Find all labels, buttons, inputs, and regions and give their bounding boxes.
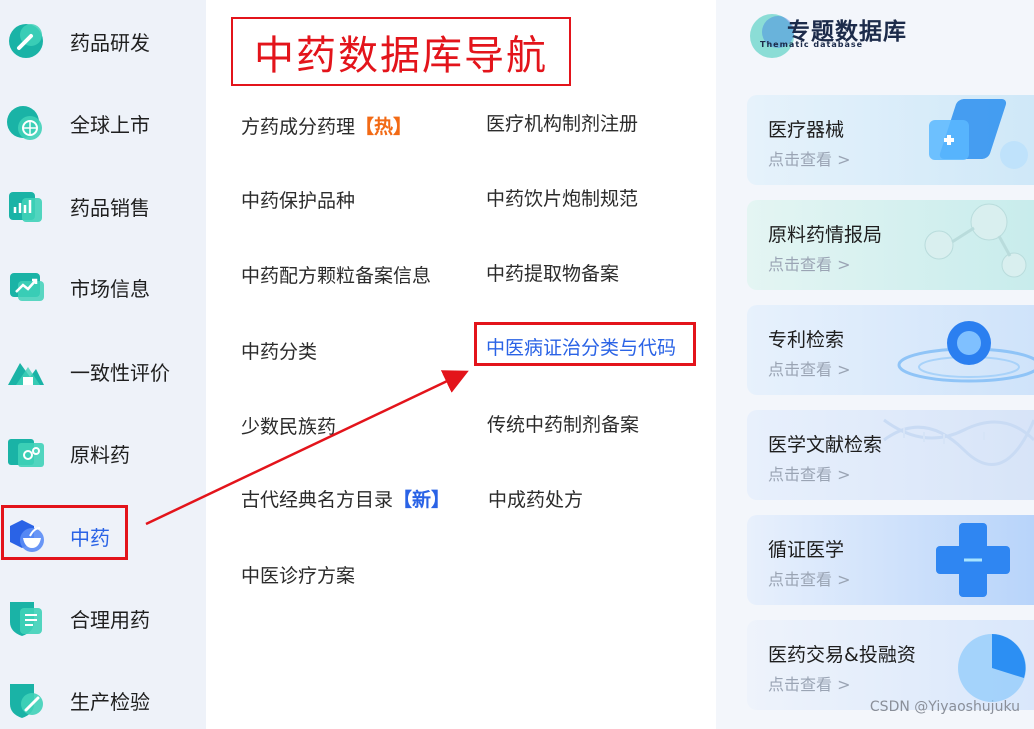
card-title: 循证医学 [768,539,845,561]
link-label: 中成药处方 [488,489,584,511]
sidebar-item-global-market[interactable]: 全球上市 [0,95,206,151]
link-label: 中药饮片炮制规范 [486,188,639,210]
pencil-shield-icon [6,680,46,720]
link-label: 医疗机构制剂注册 [486,113,639,135]
trend-chart-icon [6,267,46,307]
card-title: 医学文献检索 [768,434,883,456]
card-title: 医药交易&投融资 [768,644,916,666]
sidebar-item-label: 药品销售 [70,195,150,220]
card-literature-search[interactable]: 医学文献检索 点击查看 > [747,410,1034,500]
sidebar-item-rational-use[interactable]: 合理用药 [0,590,206,646]
link-ethnic-medicine[interactable]: 少数民族药 [241,412,336,439]
hot-badge: 【热】 [355,116,413,138]
sidebar-item-label: 药品研发 [70,30,150,55]
link-classic-formulas[interactable]: 古代经典名方目录【新】 [241,485,450,512]
sidebar-item-label: 合理用药 [70,607,150,632]
link-treatment-plans[interactable]: 中医诊疗方案 [241,561,355,588]
link-tcm-classification[interactable]: 中药分类 [241,337,317,364]
card-title: 原料药情报局 [768,224,883,246]
thematic-subtitle: Thematic database [760,40,864,49]
card-api-intelligence[interactable]: 原料药情报局 点击查看 > [747,200,1034,290]
sidebar-item-tcm[interactable]: 中药 [0,508,206,564]
sidebar-item-consistency-eval[interactable]: 一致性评价 [0,343,206,399]
herb-bowl-icon [6,516,46,556]
card-evidence-based-medicine[interactable]: 循证医学 点击查看 > [747,515,1034,605]
link-institution-preparations[interactable]: 医疗机构制剂注册 [486,109,638,136]
sidebar-item-production-test[interactable]: 生产检验 [0,672,206,728]
medical-cross-icon [936,523,1010,597]
link-label: 中医诊疗方案 [241,565,356,587]
sidebar-item-drug-rd[interactable]: 药品研发 [0,13,206,69]
flask-icon [6,21,46,61]
sidebar-item-label: 中药 [70,525,110,550]
sidebar-item-label: 一致性评价 [70,360,170,385]
sidebar-item-api[interactable]: 原料药 [0,425,206,481]
card-pharma-deals-investment[interactable]: 医药交易&投融资 点击查看 > [747,620,1034,710]
sidebar: 药品研发 全球上市 药品销售 市场信息 一致性评价 原料药 中药 合理用药 生产… [0,0,206,729]
sales-chart-icon [6,186,46,226]
shield-doc-icon [6,598,46,638]
mountain-icon [6,351,46,391]
card-view-link[interactable]: 点击查看 > [768,146,851,170]
link-label: 中医病证治分类与代码 [486,337,677,359]
sidebar-item-label: 生产检验 [70,689,150,714]
link-label: 中药保护品种 [241,190,356,212]
card-view-link[interactable]: 点击查看 > [768,566,851,590]
link-granule-filing[interactable]: 中药配方颗粒备案信息 [241,261,431,288]
link-label: 中药配方颗粒备案信息 [241,265,432,287]
card-view-link[interactable]: 点击查看 > [768,251,851,275]
sidebar-item-label: 原料药 [70,442,130,467]
link-formula-pharmacology[interactable]: 方药成分药理【热】 [241,112,412,139]
link-decoction-pieces-standards[interactable]: 中药饮片炮制规范 [486,184,638,211]
link-syndrome-classification-codes[interactable]: 中医病证治分类与代码 [486,333,676,360]
card-title: 医疗器械 [768,119,845,141]
medical-device-icon [929,99,1028,169]
card-title: 专利检索 [768,329,845,351]
page-title-box: 中药数据库导航 [231,17,571,86]
patent-globe-icon [897,321,1034,383]
link-label: 传统中药制剂备案 [487,414,640,436]
link-label: 中药分类 [241,341,318,363]
page-title: 中药数据库导航 [254,32,548,79]
molecule-icon [924,203,1027,278]
link-extract-filing[interactable]: 中药提取物备案 [486,259,619,286]
card-medical-devices[interactable]: 医疗器械 点击查看 > [747,95,1034,185]
sidebar-item-market-info[interactable]: 市场信息 [0,259,206,315]
card-view-link[interactable]: 点击查看 > [768,671,851,695]
card-view-link[interactable]: 点击查看 > [768,461,851,485]
ingredient-icon [6,433,46,473]
link-label: 中药提取物备案 [486,263,620,285]
card-view-link[interactable]: 点击查看 > [768,356,851,380]
sidebar-item-drug-sales[interactable]: 药品销售 [0,178,206,234]
link-label: 古代经典名方目录 [241,489,394,511]
link-label: 少数民族药 [241,416,337,438]
link-patent-medicine-prescriptions[interactable]: 中成药处方 [488,485,583,512]
link-label: 方药成分药理 [241,116,356,138]
link-traditional-preparation-filing[interactable]: 传统中药制剂备案 [487,410,639,437]
globe-icon [6,103,46,143]
sidebar-item-label: 市场信息 [70,276,150,301]
new-badge: 【新】 [393,489,451,511]
sidebar-item-label: 全球上市 [70,112,150,137]
card-patent-search[interactable]: 专利检索 点击查看 > [747,305,1034,395]
link-protected-varieties[interactable]: 中药保护品种 [241,186,355,213]
dna-icon [883,418,1034,467]
